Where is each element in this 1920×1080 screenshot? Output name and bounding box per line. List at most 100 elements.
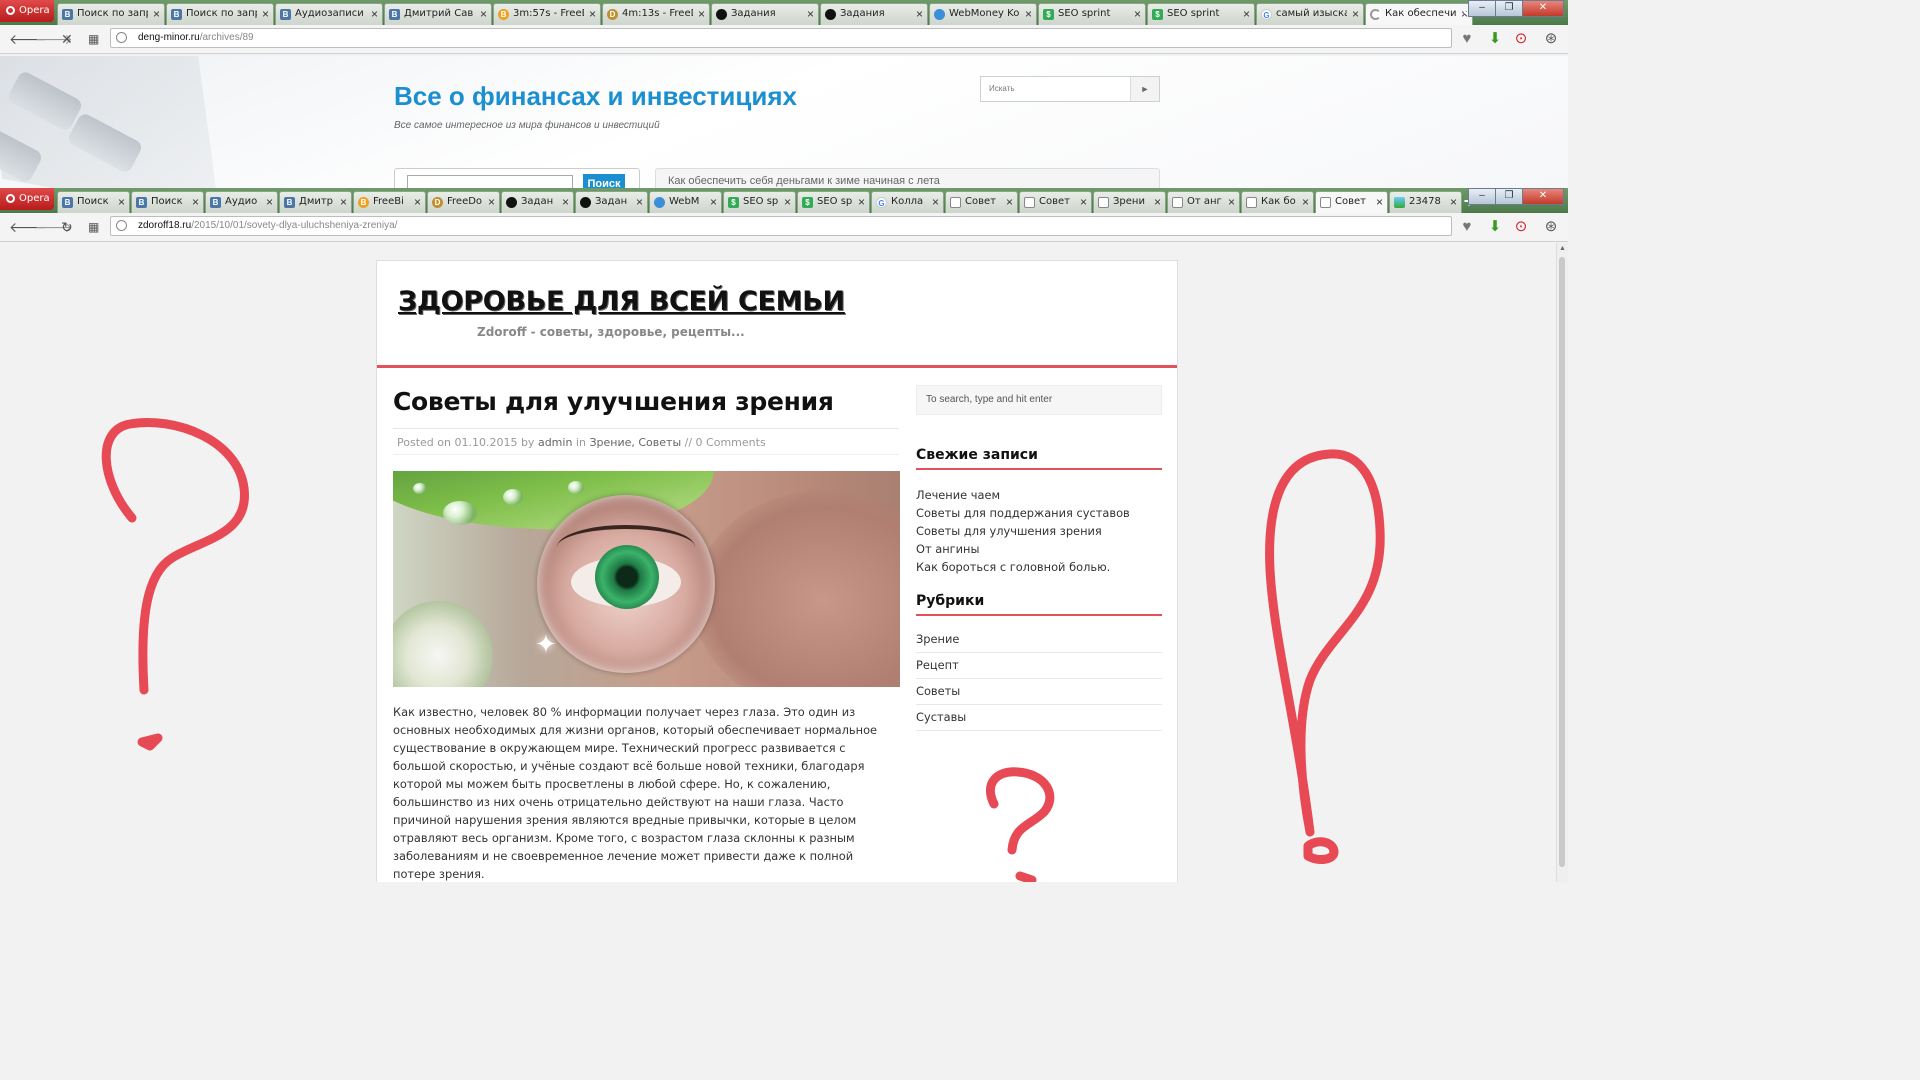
- browser-tab[interactable]: Совет ×: [945, 191, 1018, 213]
- scrollbar-thumb[interactable]: [1559, 257, 1565, 867]
- close-tab-icon[interactable]: ×: [1302, 195, 1309, 209]
- browser-tab[interactable]: B Поиск по запр ×: [166, 3, 274, 25]
- category-link[interactable]: Суставы: [916, 705, 1162, 731]
- page-scrollbar[interactable]: ▲: [1556, 243, 1568, 882]
- browser-tab[interactable]: B Поиск ×: [57, 191, 130, 213]
- category-link[interactable]: Зрение: [916, 627, 1162, 653]
- browser-tab[interactable]: WebM ×: [649, 191, 722, 213]
- browser-tab[interactable]: D FreeDo ×: [427, 191, 500, 213]
- post-ticker[interactable]: Как обеспечить себя деньгами к зиме начи…: [655, 168, 1160, 188]
- maximize-icon[interactable]: ❐: [1495, 188, 1523, 205]
- close-tab-icon[interactable]: ×: [1228, 195, 1235, 209]
- recent-post-link[interactable]: От ангины: [916, 540, 1162, 558]
- browser-tab[interactable]: B FreeBi ×: [353, 191, 426, 213]
- post-author-link[interactable]: admin: [538, 436, 572, 449]
- browser-tab[interactable]: B Поиск ×: [131, 191, 204, 213]
- speed-dial-grid-icon[interactable]: ▦: [88, 219, 99, 235]
- close-tab-icon[interactable]: ×: [153, 7, 160, 21]
- browser-tab[interactable]: WebMoney Ko ×: [929, 3, 1037, 25]
- close-window-icon[interactable]: ✕: [1522, 0, 1564, 17]
- browser-tab[interactable]: От анг ×: [1167, 191, 1240, 213]
- speed-dial-grid-icon[interactable]: ▦: [88, 31, 99, 47]
- browser-tab[interactable]: B Поиск по запр ×: [57, 3, 165, 25]
- browser-tab[interactable]: $ SEO sprint ×: [1038, 3, 1146, 25]
- search-form-button[interactable]: Поиск: [583, 174, 625, 188]
- recent-post-link[interactable]: Как бороться с головной болью.: [916, 558, 1162, 576]
- close-tab-icon[interactable]: ×: [414, 195, 421, 209]
- close-tab-icon[interactable]: ×: [1025, 7, 1032, 21]
- reload-icon[interactable]: ↻: [61, 219, 73, 235]
- browser-tab[interactable]: B Дмитрий Сав ×: [384, 3, 492, 25]
- browser-tab[interactable]: Задания ×: [820, 3, 928, 25]
- category-link-sovety[interactable]: Советы: [638, 436, 681, 449]
- close-tab-icon[interactable]: ×: [1376, 195, 1383, 209]
- browser-tab[interactable]: B 3m:57s - FreeB ×: [493, 3, 601, 25]
- minimize-icon[interactable]: –: [1468, 0, 1496, 17]
- close-tab-icon[interactable]: ×: [1243, 7, 1250, 21]
- close-tab-icon[interactable]: ×: [1450, 195, 1457, 209]
- url-input[interactable]: deng-minor.ru/archives/89: [110, 28, 1452, 48]
- close-tab-icon[interactable]: ×: [698, 7, 705, 21]
- close-window-icon[interactable]: ✕: [1522, 188, 1564, 205]
- close-tab-icon[interactable]: ×: [636, 195, 643, 209]
- close-tab-icon[interactable]: ×: [1352, 7, 1359, 21]
- browser-tab[interactable]: $ SEO sp ×: [723, 191, 796, 213]
- minimize-icon[interactable]: –: [1468, 188, 1496, 205]
- close-tab-icon[interactable]: ×: [916, 7, 923, 21]
- browser-tab[interactable]: $ SEO sprint ×: [1147, 3, 1255, 25]
- recent-post-link[interactable]: Лечение чаем: [916, 486, 1162, 504]
- close-tab-icon[interactable]: ×: [266, 195, 273, 209]
- recent-post-link[interactable]: Советы для поддержания суставов: [916, 504, 1162, 522]
- header-search-input[interactable]: Искать ►: [980, 76, 1160, 102]
- opera-menu-button[interactable]: Opera: [0, 0, 54, 22]
- close-tab-icon[interactable]: ×: [1134, 7, 1141, 21]
- browser-tab[interactable]: D 4m:13s - FreeD ×: [602, 3, 710, 25]
- maximize-icon[interactable]: ❐: [1495, 0, 1523, 17]
- close-tab-icon[interactable]: ×: [340, 195, 347, 209]
- close-tab-icon[interactable]: ×: [488, 195, 495, 209]
- close-tab-icon[interactable]: ×: [371, 7, 378, 21]
- close-tab-icon[interactable]: ×: [589, 7, 596, 21]
- browser-tab[interactable]: $ SEO sp ×: [797, 191, 870, 213]
- download-arrow-icon[interactable]: ⬇: [1486, 30, 1504, 48]
- opera-adblock-icon[interactable]: ⊙: [1512, 218, 1530, 236]
- heart-bookmark-icon[interactable]: ♥: [1458, 218, 1476, 236]
- scroll-up-icon[interactable]: ▲: [1557, 245, 1568, 252]
- heart-bookmark-icon[interactable]: ♥: [1458, 30, 1476, 48]
- close-tab-icon[interactable]: ×: [1080, 195, 1087, 209]
- browser-tab[interactable]: Зрени ×: [1093, 191, 1166, 213]
- browser-tab[interactable]: Задан ×: [501, 191, 574, 213]
- search-submit-button[interactable]: ►: [1130, 77, 1159, 101]
- close-tab-icon[interactable]: ×: [562, 195, 569, 209]
- recent-post-link[interactable]: Советы для улучшения зрения: [916, 522, 1162, 540]
- browser-tab[interactable]: Задания ×: [711, 3, 819, 25]
- browser-tab[interactable]: B Дмитр ×: [279, 191, 352, 213]
- close-tab-icon[interactable]: ×: [1154, 195, 1161, 209]
- browser-tab[interactable]: 23478 ×: [1389, 191, 1462, 213]
- site-info-globe-icon[interactable]: [116, 32, 127, 43]
- url-input[interactable]: zdoroff18.ru/2015/10/01/sovety-dlya-uluc…: [110, 216, 1452, 236]
- site-info-globe-icon[interactable]: [116, 220, 127, 231]
- extension-icon[interactable]: ⊛: [1542, 218, 1560, 236]
- site-title[interactable]: Все о финансах и инвестициях: [394, 81, 797, 112]
- comments-link[interactable]: // 0 Comments: [685, 436, 766, 449]
- browser-tab[interactable]: B Аудиозаписи Д ×: [275, 3, 383, 25]
- site-title[interactable]: ЗДОРОВЬЕ ДЛЯ ВСЕЙ СЕМЬИ: [398, 286, 845, 317]
- close-tab-icon[interactable]: ×: [1006, 195, 1013, 209]
- category-link[interactable]: Советы: [916, 679, 1162, 705]
- stop-loading-icon[interactable]: ✕: [61, 31, 73, 47]
- category-link-zrenie[interactable]: Зрение: [589, 436, 631, 449]
- close-tab-icon[interactable]: ×: [710, 195, 717, 209]
- opera-menu-button[interactable]: Opera: [0, 188, 54, 210]
- close-tab-icon[interactable]: ×: [480, 7, 487, 21]
- browser-tab[interactable]: Задан ×: [575, 191, 648, 213]
- browser-tab[interactable]: Как бо ×: [1241, 191, 1314, 213]
- browser-tab[interactable]: Как обеспечи ×: [1365, 3, 1473, 25]
- search-form-input[interactable]: [407, 175, 573, 188]
- close-tab-icon[interactable]: ×: [807, 7, 814, 21]
- extension-icon[interactable]: ⊛: [1542, 30, 1560, 48]
- browser-tab[interactable]: G Колла ×: [871, 191, 944, 213]
- close-tab-icon[interactable]: ×: [932, 195, 939, 209]
- browser-tab[interactable]: B Аудио ×: [205, 191, 278, 213]
- download-arrow-icon[interactable]: ⬇: [1486, 218, 1504, 236]
